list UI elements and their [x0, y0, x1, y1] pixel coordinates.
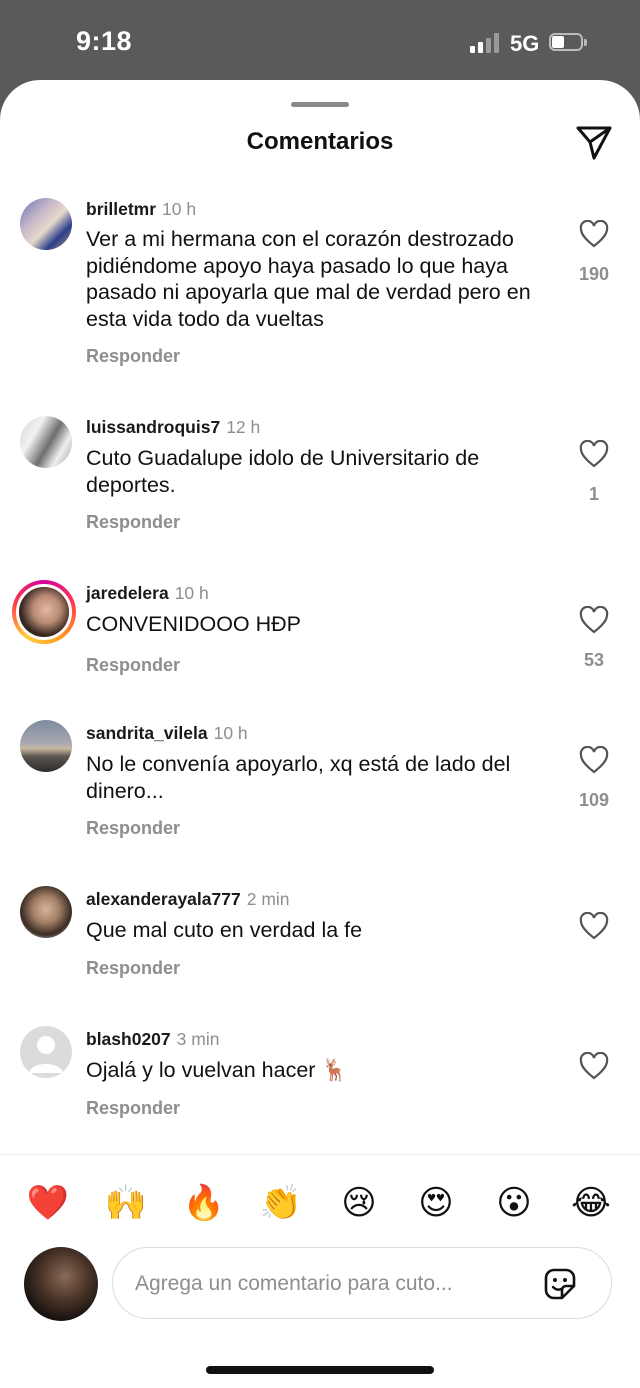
- sheet-grabber[interactable]: [291, 102, 349, 107]
- comment-text: Cuto Guadalupe idolo de Universitario de…: [86, 446, 480, 497]
- reply-button[interactable]: Responder: [86, 958, 180, 979]
- sticker-icon[interactable]: [540, 1264, 580, 1304]
- emoji-heart-eyes[interactable]: 😍: [414, 1183, 458, 1223]
- comment-time: 3 min: [176, 1029, 220, 1049]
- comment-username[interactable]: alexanderayala777: [86, 889, 241, 909]
- like-count: 190: [578, 264, 610, 284]
- like-count: 53: [583, 650, 605, 670]
- emoji-laughing[interactable]: 😂: [569, 1183, 613, 1223]
- comment-username[interactable]: luissandroquis7: [86, 417, 220, 437]
- like-count: 1: [588, 484, 599, 504]
- emoji-heart[interactable]: ❤️: [26, 1183, 70, 1223]
- heart-icon[interactable]: [579, 606, 609, 634]
- reply-button[interactable]: Responder: [86, 655, 180, 676]
- avatar[interactable]: [20, 720, 72, 772]
- comment-text: Que mal cuto en verdad la fe: [86, 918, 363, 942]
- comment-username[interactable]: jaredelera: [86, 583, 169, 603]
- emoji-clapping[interactable]: 👏: [259, 1183, 303, 1223]
- reply-button[interactable]: Responder: [86, 346, 180, 367]
- reply-button[interactable]: Responder: [86, 818, 180, 839]
- comment-time: 10 h: [213, 723, 248, 743]
- cellular-signal-icon: [470, 33, 502, 53]
- paper-plane-icon[interactable]: [574, 122, 614, 162]
- avatar[interactable]: [20, 198, 72, 250]
- comment-time: 10 h: [162, 199, 197, 219]
- heart-icon[interactable]: [579, 220, 609, 248]
- comment-time: 10 h: [174, 583, 209, 603]
- battery-icon: [549, 33, 589, 53]
- avatar[interactable]: [20, 886, 72, 938]
- comment-input[interactable]: [133, 1262, 527, 1306]
- heart-icon[interactable]: [579, 746, 609, 774]
- emoji-surprised[interactable]: 😮: [492, 1183, 536, 1223]
- heart-icon[interactable]: [579, 912, 609, 940]
- comment-item: luissandroquis7 12 h Cuto Guadalupe idolo…: [0, 414, 640, 544]
- comment-item: sandrita_vilela 10 h No le convenía apoya…: [0, 720, 640, 850]
- emoji-fire[interactable]: 🔥: [182, 1183, 226, 1223]
- current-user-avatar: [24, 1247, 98, 1321]
- comment-item: alexanderayala777 2 min Que mal cuto en v…: [0, 886, 640, 986]
- reply-button[interactable]: Responder: [86, 1098, 180, 1119]
- comment-text: CONVENIDOOO HĐP: [86, 612, 302, 636]
- avatar-story-ring[interactable]: [12, 580, 76, 644]
- avatar[interactable]: [20, 416, 72, 468]
- comment-composer: [112, 1247, 612, 1319]
- network-type: 5G: [510, 31, 540, 56]
- emoji-crying[interactable]: 😢: [337, 1183, 381, 1223]
- comment-username[interactable]: brilletmr: [86, 199, 156, 219]
- default-avatar-icon[interactable]: [20, 1026, 72, 1078]
- home-indicator[interactable]: [206, 1366, 434, 1374]
- emoji-raised-hands[interactable]: 🙌: [104, 1183, 148, 1223]
- heart-icon[interactable]: [579, 1052, 609, 1080]
- comment-username[interactable]: sandrita_vilela: [86, 723, 208, 743]
- comment-text: No le convenía apoyarlo, xq está de lado…: [86, 752, 511, 803]
- comment-text: Ver a mi hermana con el corazón destroza…: [86, 227, 531, 331]
- comment-username[interactable]: blash0207: [86, 1029, 171, 1049]
- comment-item: brilletmr 10 h Ver a mi hermana con el co…: [0, 196, 640, 376]
- emoji-reaction-bar: ❤️ 🙌 🔥 👏 😢 😍 😮 😂: [0, 1154, 640, 1245]
- status-time: 9:18: [76, 26, 133, 56]
- comment-item: blash0207 3 min Ojalá y lo vuelvan hacer …: [0, 1026, 640, 1126]
- comment-item: jaredelera 10 h CONVENIDOOO HĐP Responder…: [0, 580, 640, 690]
- status-bar: 9:18 5G: [0, 0, 640, 80]
- comment-text: Ojalá y lo vuelvan hacer 🦌: [86, 1058, 349, 1082]
- sheet-title: Comentarios: [246, 128, 394, 155]
- reply-button[interactable]: Responder: [86, 512, 180, 533]
- like-count: 109: [578, 790, 610, 810]
- comment-time: 12 h: [226, 417, 261, 437]
- comment-time: 2 min: [246, 889, 290, 909]
- heart-icon[interactable]: [579, 440, 609, 468]
